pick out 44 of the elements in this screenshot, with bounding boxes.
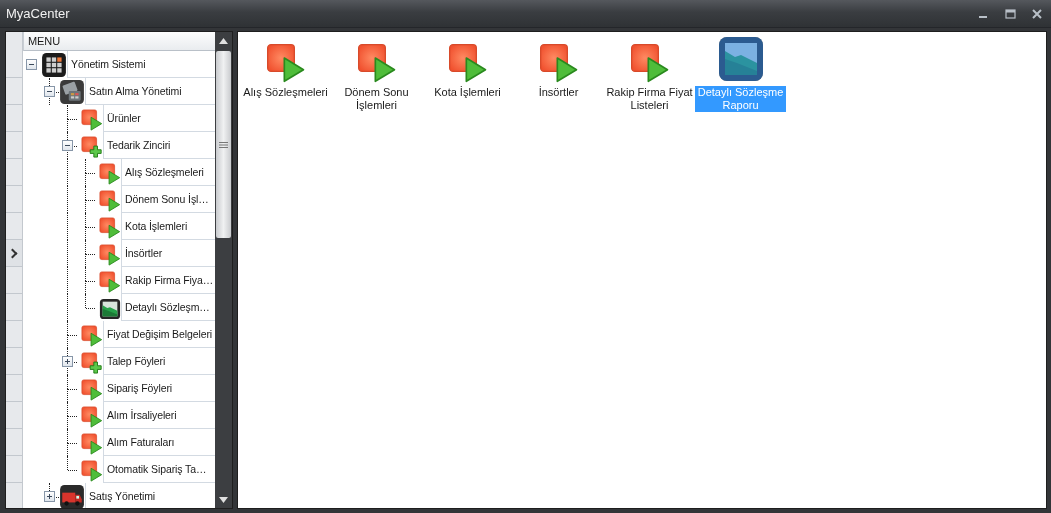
document-play-icon (99, 270, 121, 293)
column-header: MENU (23, 32, 215, 51)
document-play-icon (81, 108, 103, 131)
launcher-item[interactable]: Alış Sözleşmeleri (242, 86, 329, 99)
document-play-icon (629, 43, 670, 83)
document-play-icon (99, 216, 121, 239)
plus-icon (45, 492, 54, 501)
up-triangle-icon (219, 37, 228, 44)
document-play-icon (356, 43, 397, 83)
document-play-icon (99, 243, 121, 266)
document-play-icon (447, 43, 488, 83)
tree-toggle[interactable] (44, 491, 55, 502)
maximize-icon (1004, 8, 1016, 19)
close-icon (1032, 8, 1042, 19)
chart-icon (716, 35, 765, 83)
launcher-item[interactable]: Rakip Firma Fiyat Listeleri (604, 86, 695, 112)
tree-toggle[interactable] (62, 356, 73, 367)
plus-icon (63, 357, 72, 366)
document-play-icon (81, 432, 103, 455)
launcher-item[interactable]: Kota İşlemleri (433, 86, 502, 99)
minimize-icon (979, 16, 987, 18)
document-play-icon (81, 378, 103, 401)
scrollbar[interactable] (215, 32, 232, 508)
document-play-icon (81, 324, 103, 347)
tree-toggle[interactable] (26, 59, 37, 70)
tree-toggle[interactable] (62, 140, 73, 151)
document-play-icon (265, 43, 306, 83)
tree-toggle[interactable] (44, 86, 55, 97)
document-play-icon (81, 459, 103, 482)
chart-icon (99, 297, 121, 320)
window-title: MyaCenter (6, 6, 71, 21)
launcher-item[interactable]: İnsörtler (537, 86, 580, 99)
scroll-thumb[interactable] (216, 51, 231, 238)
grip-icon (219, 141, 228, 148)
document-play-icon (538, 43, 579, 83)
folder-plus-icon (81, 135, 103, 158)
folder-plus-icon (81, 351, 103, 374)
down-triangle-icon (219, 496, 228, 503)
document-play-icon (99, 189, 121, 212)
launcher-item[interactable]: Dönem Sonu İşlemleri (331, 86, 422, 112)
document-play-icon (81, 405, 103, 428)
document-play-icon (99, 162, 121, 185)
header-corner (6, 32, 23, 52)
calculator-icon (59, 78, 85, 105)
